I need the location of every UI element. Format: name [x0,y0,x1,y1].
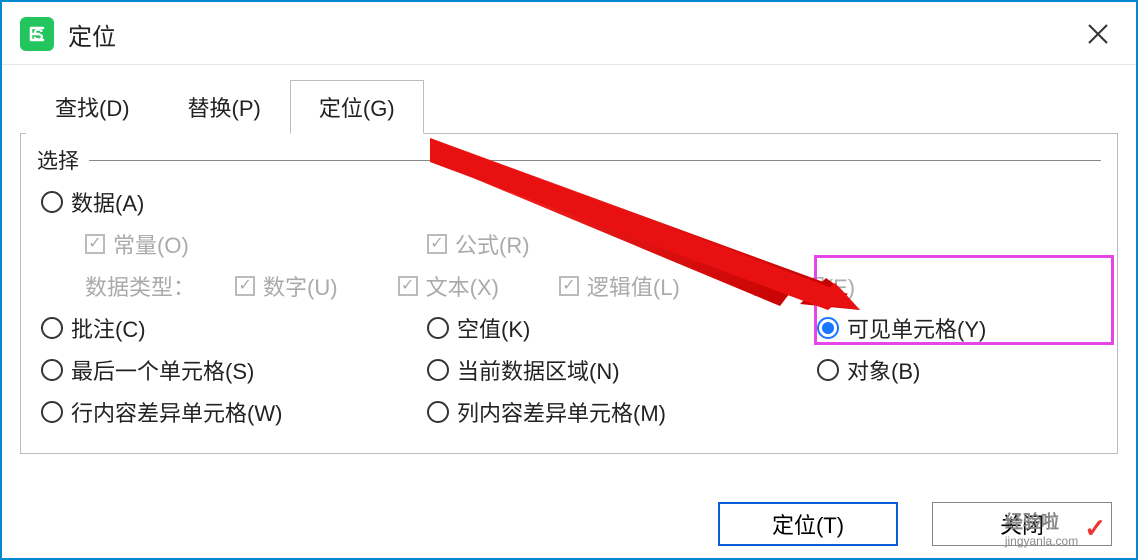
radio-last-cell[interactable]: 最后一个单元格(S) [41,354,254,386]
section-header: 选择 [37,145,1101,175]
close-button[interactable]: 关闭 [932,502,1112,546]
section-label: 选择 [37,145,79,175]
tab-replace[interactable]: 替换(P) [159,80,290,134]
svg-text:S: S [33,27,44,44]
check-logic: ✓逻辑值(L) [559,270,680,302]
tab-find[interactable]: 查找(D) [26,80,159,134]
button-row: 定位(T) 关闭 [718,502,1112,546]
tab-strip: 查找(D) 替换(P) 定位(G) [2,65,1136,133]
datatype-label: 数据类型： [85,270,195,302]
check-formula: ✓ 公式(R) [427,228,530,260]
check-error: ✓错误(E) [754,270,855,302]
radio-col-diff[interactable]: 列内容差异单元格(M) [427,396,666,428]
titlebar: S 定位 [2,2,1136,65]
radio-comment[interactable]: 批注(C) [41,312,146,344]
app-icon: S [20,17,54,51]
window-title: 定位 [68,17,116,52]
check-number: ✓数字(U) [235,270,338,302]
goto-panel: 选择 数据(A) ✓ 常量(O) ✓ 公式(R) 数据类型： [20,133,1118,454]
close-icon[interactable] [1078,14,1118,54]
check-text: ✓文本(X) [398,270,499,302]
radio-blank[interactable]: 空值(K) [427,312,530,344]
radio-visible-cells[interactable]: 可见单元格(Y) [817,312,986,344]
radio-current-region[interactable]: 当前数据区域(N) [427,354,620,386]
radio-data[interactable]: 数据(A) [41,186,144,218]
radio-object[interactable]: 对象(B) [817,354,920,386]
goto-button[interactable]: 定位(T) [718,502,898,546]
tab-goto[interactable]: 定位(G) [290,80,424,134]
check-constant: ✓ 常量(O) [85,228,189,260]
radio-row-diff[interactable]: 行内容差异单元格(W) [41,396,282,428]
